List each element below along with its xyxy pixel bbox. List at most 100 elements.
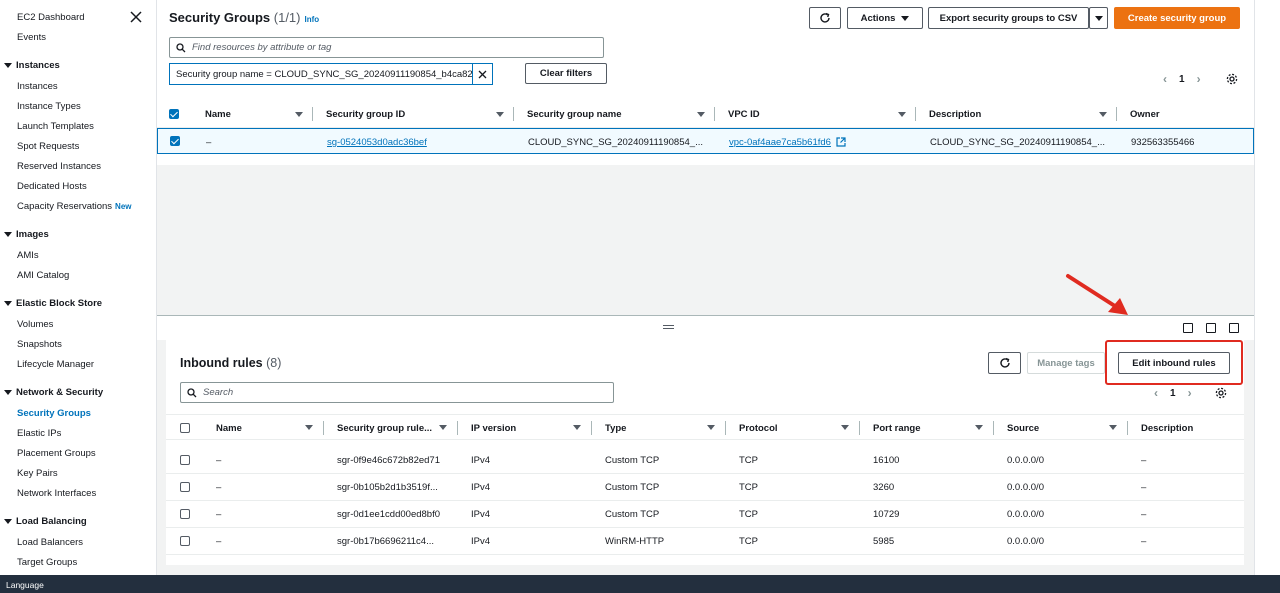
table-row[interactable]: – sg-0524053d0adc36bef CLOUD_SYNC_SG_202… (157, 128, 1254, 154)
sidebar-item-load-balancers[interactable]: Load Balancers (17, 537, 83, 548)
external-link-icon[interactable] (836, 137, 846, 147)
row-checkbox[interactable] (180, 455, 190, 465)
sidebar-section-load-balancing[interactable]: Load Balancing (4, 516, 87, 527)
sidebar-section-ebs[interactable]: Elastic Block Store (4, 298, 102, 309)
sidebar-item-placement-groups[interactable]: Placement Groups (17, 448, 96, 459)
export-csv-button[interactable]: Export security groups to CSV (928, 7, 1089, 29)
table-row[interactable]: – sgr-0f9e46c672b82ed71 IPv4 Custom TCP … (166, 447, 1244, 473)
clear-filters-button[interactable]: Clear filters (525, 63, 607, 84)
row-checkbox[interactable] (170, 136, 180, 146)
language-label[interactable]: Language (6, 580, 44, 590)
cell-name: – (216, 536, 222, 547)
sidebar-item-key-pairs[interactable]: Key Pairs (17, 468, 58, 479)
sidebar-item-amis[interactable]: AMIs (17, 250, 39, 261)
sidebar-item-volumes[interactable]: Volumes (17, 319, 53, 330)
sort-icon[interactable] (898, 112, 906, 117)
export-dropdown-toggle[interactable] (1089, 7, 1108, 29)
column-header-sg-name[interactable]: Security group name (527, 101, 622, 127)
settings-gear-icon[interactable] (1215, 387, 1227, 399)
column-header-vpc-id[interactable]: VPC ID (728, 101, 760, 127)
chevron-right-icon[interactable]: › (1188, 386, 1192, 400)
chevron-left-icon[interactable]: ‹ (1154, 386, 1158, 400)
column-header-description[interactable]: Description (1141, 415, 1193, 441)
sort-icon[interactable] (841, 425, 849, 430)
table-row[interactable]: – sgr-0d1ee1cdd00ed8bf0 IPv4 Custom TCP … (166, 501, 1244, 527)
chevron-left-icon[interactable]: ‹ (1163, 72, 1167, 86)
sidebar-item-network-interfaces[interactable]: Network Interfaces (17, 488, 96, 499)
remove-filter-button[interactable] (472, 64, 492, 84)
sort-icon[interactable] (305, 425, 313, 430)
select-all-checkbox[interactable] (169, 101, 179, 127)
sidebar-item-snapshots[interactable]: Snapshots (17, 339, 62, 350)
sidebar-item-spot-requests[interactable]: Spot Requests (17, 141, 79, 152)
sort-icon[interactable] (295, 112, 303, 117)
page-number[interactable]: 1 (1179, 74, 1185, 85)
vpc-id-link[interactable]: vpc-0af4aae7ca5b61fd6 (729, 137, 831, 148)
close-icon[interactable] (129, 10, 143, 24)
create-security-group-button[interactable]: Create security group (1114, 7, 1240, 29)
column-header-protocol[interactable]: Protocol (739, 415, 778, 441)
sidebar-item-ec2-dashboard[interactable]: EC2 Dashboard (17, 12, 85, 23)
sidebar-item-dedicated-hosts[interactable]: Dedicated Hosts (17, 181, 87, 192)
split-view-bottom-icon[interactable] (1183, 323, 1193, 333)
sort-icon[interactable] (707, 425, 715, 430)
column-header-ip-version[interactable]: IP version (471, 415, 516, 441)
column-header-source[interactable]: Source (1007, 415, 1039, 441)
sort-icon[interactable] (697, 112, 705, 117)
sort-icon[interactable] (975, 425, 983, 430)
inbound-refresh-button[interactable] (988, 352, 1021, 374)
drag-handle-icon[interactable] (663, 325, 674, 329)
language-bar[interactable]: Language (0, 575, 1280, 593)
sidebar-section-instances[interactable]: Instances (4, 60, 60, 71)
inbound-search-input[interactable]: Search (180, 382, 614, 403)
split-view-side-icon[interactable] (1206, 323, 1216, 333)
sidebar-section-network-security[interactable]: Network & Security (4, 387, 103, 398)
annotation-arrow-icon (1066, 274, 1128, 315)
table-row[interactable]: – sgr-0b105b2d1b3519f... IPv4 Custom TCP… (166, 474, 1244, 500)
column-header-port-range[interactable]: Port range (873, 415, 921, 441)
cell-protocol: TCP (739, 536, 758, 547)
row-checkbox[interactable] (180, 482, 190, 492)
split-view-full-icon[interactable] (1229, 323, 1239, 333)
info-link[interactable]: Info (305, 15, 320, 24)
refresh-button[interactable] (809, 7, 841, 29)
column-header-sg-id[interactable]: Security group ID (326, 101, 405, 127)
select-all-checkbox[interactable] (180, 415, 190, 441)
sidebar-item-launch-templates[interactable]: Launch Templates (17, 121, 94, 132)
row-checkbox[interactable] (180, 536, 190, 546)
actions-dropdown[interactable]: Actions (847, 7, 923, 29)
checkbox-checked[interactable] (169, 109, 179, 119)
sidebar-item-capacity-reservations[interactable]: Capacity Reservations New (17, 201, 132, 212)
settings-gear-icon[interactable] (1226, 73, 1238, 85)
caret-down-icon (4, 232, 12, 237)
manage-tags-button[interactable]: Manage tags (1027, 352, 1105, 374)
column-header-name[interactable]: Name (205, 101, 231, 127)
sidebar-item-security-groups[interactable]: Security Groups (17, 408, 91, 419)
sidebar-item-instance-types[interactable]: Instance Types (17, 101, 81, 112)
chevron-right-icon[interactable]: › (1197, 72, 1201, 86)
column-header-description[interactable]: Description (929, 101, 981, 127)
sidebar-item-ami-catalog[interactable]: AMI Catalog (17, 270, 69, 281)
search-input[interactable]: Find resources by attribute or tag (169, 37, 604, 58)
sidebar-item-reserved-instances[interactable]: Reserved Instances (17, 161, 101, 172)
table-row[interactable]: – sgr-0b17b6696211c4... IPv4 WinRM-HTTP … (166, 528, 1244, 554)
sidebar-item-elastic-ips[interactable]: Elastic IPs (17, 428, 61, 439)
column-header-type[interactable]: Type (605, 415, 626, 441)
sidebar-item-target-groups[interactable]: Target Groups (17, 557, 77, 568)
row-checkbox[interactable] (180, 509, 190, 519)
column-header-rule-id[interactable]: Security group rule... (337, 415, 432, 441)
sort-icon[interactable] (439, 425, 447, 430)
sort-icon[interactable] (573, 425, 581, 430)
page-number[interactable]: 1 (1170, 388, 1176, 399)
sort-icon[interactable] (1099, 112, 1107, 117)
sort-icon[interactable] (496, 112, 504, 117)
sort-icon[interactable] (1109, 425, 1117, 430)
sidebar-item-events[interactable]: Events (17, 32, 46, 43)
column-header-name[interactable]: Name (216, 415, 242, 441)
sidebar-item-lifecycle-manager[interactable]: Lifecycle Manager (17, 359, 94, 370)
checkbox[interactable] (180, 423, 190, 433)
sidebar-section-images[interactable]: Images (4, 229, 49, 240)
sidebar-item-instances[interactable]: Instances (17, 81, 58, 92)
column-header-owner[interactable]: Owner (1130, 101, 1160, 127)
security-group-id-link[interactable]: sg-0524053d0adc36bef (327, 137, 427, 148)
